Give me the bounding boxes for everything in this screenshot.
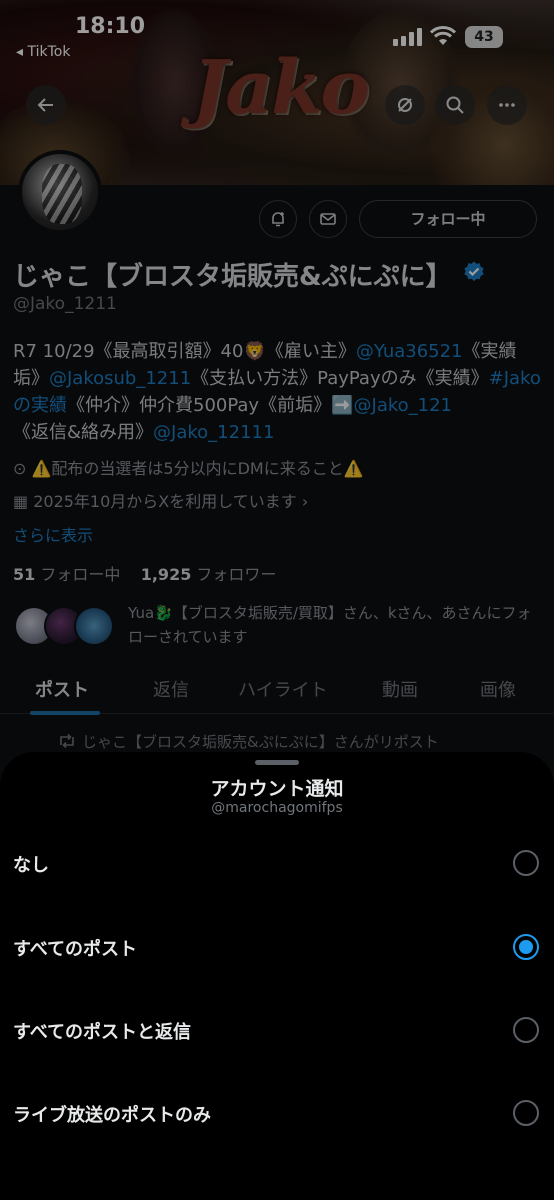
option-live-broadcast-only[interactable]: ライブ放送のポストのみ [0, 1083, 554, 1143]
radio-button[interactable] [513, 1017, 539, 1043]
sheet-title: アカウント通知 [210, 778, 344, 800]
sheet-subtitle: @marochagomifps [211, 800, 343, 816]
option-label: ライブ放送のポストのみ [13, 1105, 211, 1126]
sheet-drag-handle[interactable] [255, 760, 299, 765]
account-notifications-sheet: アカウント通知 @marochagomifps なし すべてのポスト すべてのポ… [0, 752, 554, 1200]
option-all-posts-and-replies[interactable]: すべてのポストと返信 [0, 1000, 554, 1060]
option-all-posts[interactable]: すべてのポスト [0, 917, 554, 977]
radio-button-selected[interactable] [513, 934, 539, 960]
option-label: なし [13, 855, 49, 876]
option-none[interactable]: なし [0, 833, 554, 893]
radio-button[interactable] [513, 850, 539, 876]
option-label: すべてのポスト [13, 939, 138, 960]
radio-button[interactable] [513, 1100, 539, 1126]
option-label: すべてのポストと返信 [13, 1022, 192, 1043]
